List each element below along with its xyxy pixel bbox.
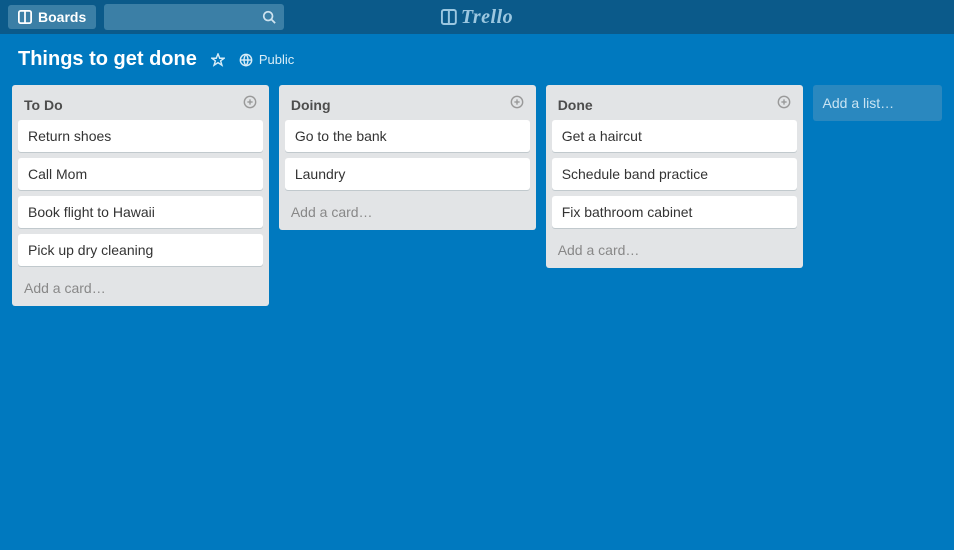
card[interactable]: Book flight to Hawaii [18,196,263,228]
visibility-label: Public [259,52,294,67]
search-input[interactable] [104,4,284,30]
list-title[interactable]: Done [558,97,593,113]
add-card-button[interactable]: Add a card… [18,272,263,300]
card[interactable]: Return shoes [18,120,263,152]
plus-circle-icon [777,95,791,109]
star-icon [211,53,225,67]
app-logo[interactable]: Trello [441,6,513,29]
card[interactable]: Schedule band practice [552,158,797,190]
list-header: Doing [285,91,530,120]
board-canvas: To Do Return shoes Call Mom Book flight … [0,85,954,306]
app-logo-text: Trello [461,6,513,29]
star-button[interactable] [211,53,225,67]
trello-logo-icon [441,9,457,25]
list-title[interactable]: Doing [291,97,331,113]
card[interactable]: Go to the bank [285,120,530,152]
list-todo: To Do Return shoes Call Mom Book flight … [12,85,269,306]
add-card-button[interactable]: Add a card… [552,234,797,262]
search-icon [262,10,276,24]
add-list-button[interactable]: Add a list… [813,85,942,121]
list-doing: Doing Go to the bank Laundry Add a card… [279,85,536,230]
globe-icon [239,53,253,67]
add-card-button[interactable]: Add a card… [285,196,530,224]
plus-circle-icon [243,95,257,109]
boards-icon [18,10,32,24]
visibility-button[interactable]: Public [239,52,294,67]
card[interactable]: Pick up dry cleaning [18,234,263,266]
list-header: Done [552,91,797,120]
card[interactable]: Call Mom [18,158,263,190]
list-menu-button[interactable] [510,95,524,114]
list-menu-button[interactable] [777,95,791,114]
list-menu-button[interactable] [243,95,257,114]
board-header: Things to get done Public [0,34,954,85]
topbar: Boards Trello [0,0,954,34]
card[interactable]: Get a haircut [552,120,797,152]
list-title[interactable]: To Do [24,97,63,113]
boards-button[interactable]: Boards [8,5,96,29]
list-done: Done Get a haircut Schedule band practic… [546,85,803,268]
card[interactable]: Fix bathroom cabinet [552,196,797,228]
card[interactable]: Laundry [285,158,530,190]
list-header: To Do [18,91,263,120]
plus-circle-icon [510,95,524,109]
board-title[interactable]: Things to get done [18,48,197,71]
boards-button-label: Boards [38,9,86,25]
